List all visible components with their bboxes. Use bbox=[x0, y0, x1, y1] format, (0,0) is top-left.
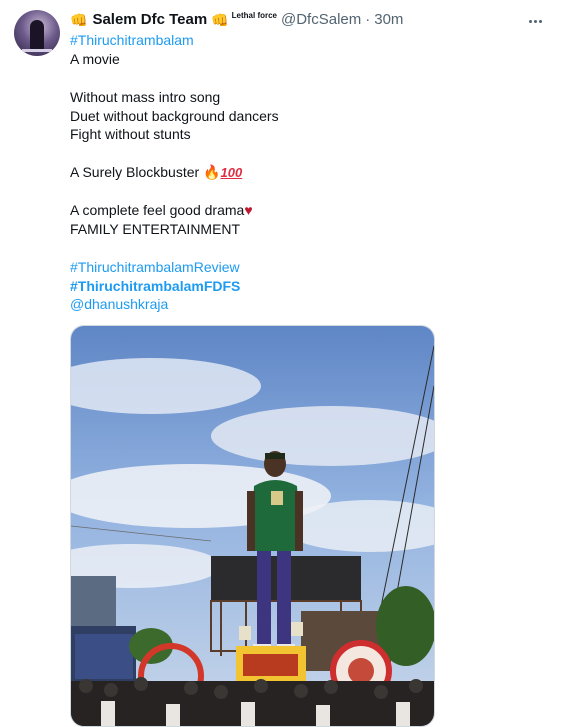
tweet: 👊 Salem Dfc Team 👊 Lethal force @DfcSale… bbox=[0, 0, 561, 727]
timestamp[interactable]: 30m bbox=[374, 10, 403, 30]
more-horizontal-icon[interactable] bbox=[525, 12, 545, 30]
tweet-text: #Thiruchitrambalam A movie Without mass … bbox=[70, 31, 540, 314]
text-line: A movie bbox=[70, 50, 120, 67]
fist-emoji-icon: 👊 bbox=[70, 12, 88, 28]
heart-emoji-icon: ♥ bbox=[244, 202, 253, 219]
cutout-photo bbox=[71, 326, 434, 726]
display-name[interactable]: Salem Dfc Team bbox=[92, 10, 207, 30]
mention-link[interactable]: @dhanushkraja bbox=[70, 296, 168, 312]
avatar-figure bbox=[30, 20, 44, 50]
text-line: Duet without background dancers bbox=[70, 107, 279, 124]
tweet-photo[interactable] bbox=[70, 325, 435, 727]
separator-dot: · bbox=[365, 11, 371, 28]
hundred-emoji-icon: 100 bbox=[220, 165, 243, 181]
name-badge: Lethal force bbox=[231, 11, 277, 20]
fire-emoji-icon: 🔥 bbox=[203, 164, 221, 181]
hashtag-link[interactable]: #ThiruchitrambalamReview bbox=[70, 259, 240, 275]
text-line: Fight without stunts bbox=[70, 126, 191, 143]
fist-emoji-icon: 👊 bbox=[211, 12, 229, 28]
text-line: A complete feel good drama bbox=[70, 202, 245, 219]
avatar-caption-bar bbox=[22, 49, 52, 52]
text-line: FAMILY ENTERTAINMENT bbox=[70, 220, 241, 237]
hashtag-link[interactable]: #ThiruchitrambalamFDFS bbox=[70, 278, 240, 294]
text-line: Without mass intro song bbox=[70, 88, 221, 105]
text-line: A Surely Blockbuster bbox=[70, 164, 200, 181]
avatar[interactable] bbox=[14, 10, 60, 56]
user-handle[interactable]: @DfcSalem bbox=[281, 10, 361, 30]
hashtag-link[interactable]: #Thiruchitrambalam bbox=[70, 32, 194, 48]
tweet-header: 👊 Salem Dfc Team 👊 Lethal force @DfcSale… bbox=[70, 10, 521, 30]
